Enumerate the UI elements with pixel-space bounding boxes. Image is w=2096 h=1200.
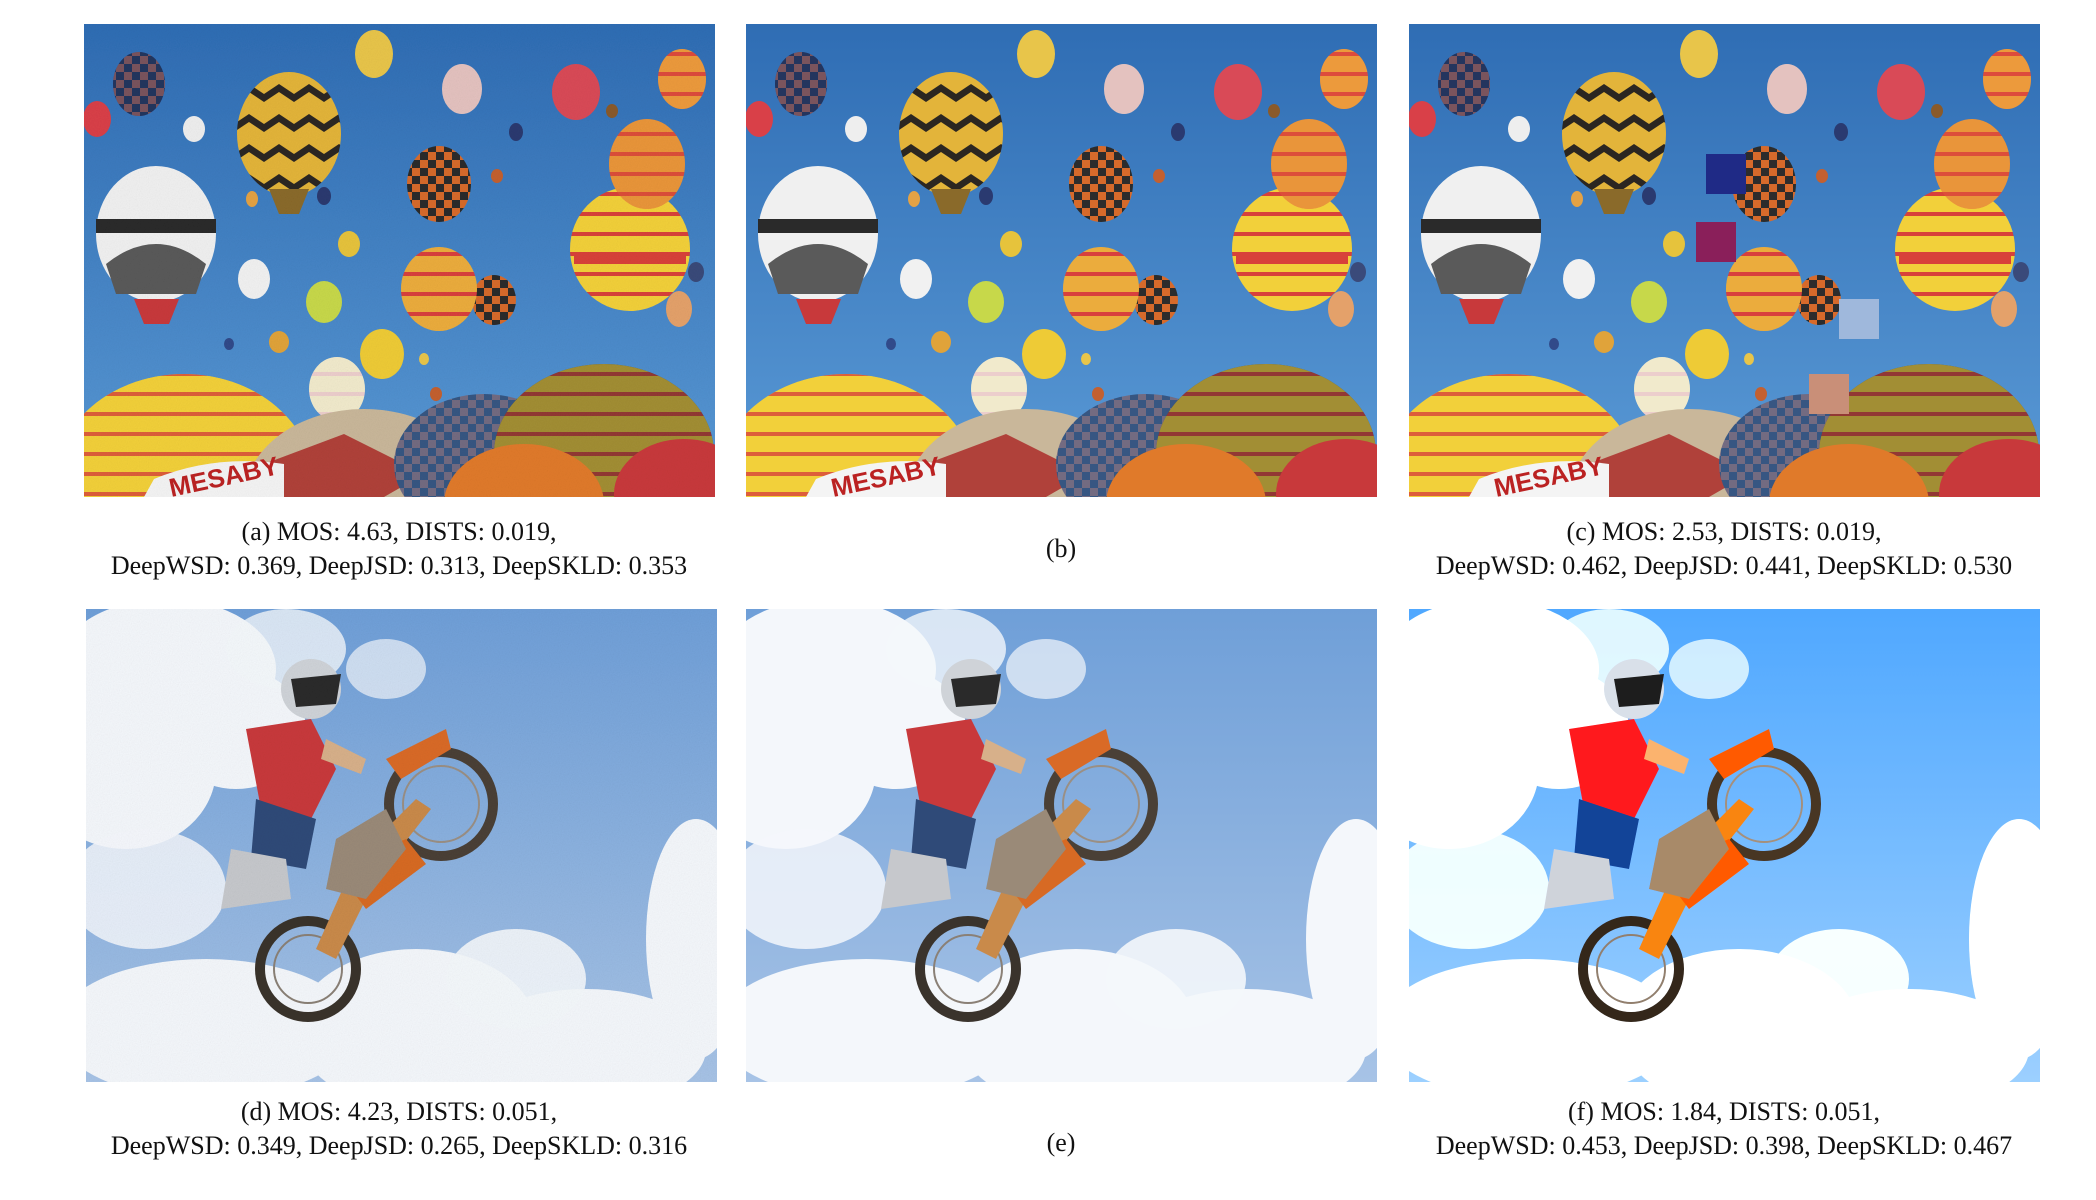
panel-c-image: [1409, 24, 2040, 497]
color-patch: [1706, 154, 1746, 194]
caption-f: (f) MOS: 1.84, DISTS: 0.051, DeepWSD: 0.…: [1374, 1095, 2074, 1163]
caption-b: (b): [711, 532, 1411, 566]
caption-f-line2: DeepWSD: 0.453, DeepJSD: 0.398, DeepSKLD…: [1435, 1131, 2013, 1160]
color-patch: [1809, 374, 1849, 414]
panel-f-image: [1409, 609, 2040, 1082]
panel-e-image: [746, 609, 1377, 1082]
panel-a-image: [84, 24, 715, 497]
caption-e: (e): [711, 1126, 1411, 1160]
caption-c-line2: DeepWSD: 0.462, DeepJSD: 0.441, DeepSKLD…: [1435, 551, 2013, 580]
caption-a: (a) MOS: 4.63, DISTS: 0.019, DeepWSD: 0.…: [49, 515, 749, 583]
panel-b-image: [746, 24, 1377, 497]
panel-d-image: [86, 609, 717, 1082]
caption-a-line2: DeepWSD: 0.369, DeepJSD: 0.313, DeepSKLD…: [110, 551, 688, 580]
caption-c-line1: (c) MOS: 2.53, DISTS: 0.019,: [1566, 517, 1882, 546]
caption-d-line2: DeepWSD: 0.349, DeepJSD: 0.265, DeepSKLD…: [110, 1131, 688, 1160]
caption-d-line1: (d) MOS: 4.23, DISTS: 0.051,: [240, 1097, 558, 1126]
color-patch: [1696, 222, 1736, 262]
caption-f-line1: (f) MOS: 1.84, DISTS: 0.051,: [1567, 1097, 1880, 1126]
caption-d: (d) MOS: 4.23, DISTS: 0.051, DeepWSD: 0.…: [49, 1095, 749, 1163]
caption-a-line1: (a) MOS: 4.63, DISTS: 0.019,: [241, 517, 557, 546]
caption-c: (c) MOS: 2.53, DISTS: 0.019, DeepWSD: 0.…: [1374, 515, 2074, 583]
caption-e-line1: (e): [1046, 1128, 1076, 1157]
color-patch: [1839, 299, 1879, 339]
caption-b-line1: (b): [1045, 534, 1077, 563]
